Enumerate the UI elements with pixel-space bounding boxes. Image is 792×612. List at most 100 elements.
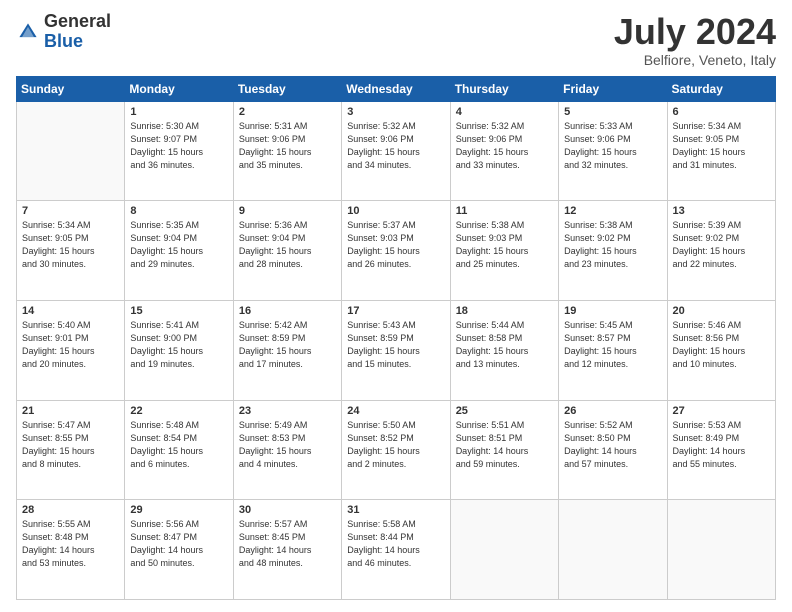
calendar-week-row: 14Sunrise: 5:40 AMSunset: 9:01 PMDayligh… (17, 300, 776, 400)
calendar-cell: 22Sunrise: 5:48 AMSunset: 8:54 PMDayligh… (125, 400, 233, 500)
weekday-header: Friday (559, 76, 667, 101)
weekday-header: Saturday (667, 76, 775, 101)
day-info: Sunrise: 5:46 AMSunset: 8:56 PMDaylight:… (673, 319, 770, 371)
day-number: 25 (456, 405, 553, 417)
day-number: 14 (22, 305, 119, 317)
day-info: Sunrise: 5:34 AMSunset: 9:05 PMDaylight:… (673, 120, 770, 172)
calendar-cell: 24 Sunrise: 5:50 AMSunset: 8:52 PMDayligh… (342, 400, 450, 500)
weekday-header: Tuesday (233, 76, 341, 101)
day-info: Sunrise: 5:42 AMSunset: 8:59 PMDaylight:… (239, 319, 336, 371)
month-title: July 2024 (614, 12, 776, 52)
day-info: Sunrise: 5:51 AMSunset: 8:51 PMDaylight:… (456, 419, 553, 471)
weekday-header: Monday (125, 76, 233, 101)
day-info: Sunrise: 5:48 AMSunset: 8:54 PMDaylight:… (130, 419, 227, 471)
calendar-cell: 21 Sunrise: 5:47 AMSunset: 8:55 PMDayligh… (17, 400, 125, 500)
calendar-cell (17, 101, 125, 201)
day-number: 6 (673, 106, 770, 118)
day-info: Sunrise: 5:49 AMSunset: 8:53 PMDaylight:… (239, 419, 336, 471)
calendar-cell: 7Sunrise: 5:34 AMSunset: 9:05 PMDaylight… (17, 201, 125, 301)
calendar-cell: 15Sunrise: 5:41 AMSunset: 9:00 PMDayligh… (125, 300, 233, 400)
day-number: 17 (347, 305, 444, 317)
day-number: 5 (564, 106, 661, 118)
day-number: 2 (239, 106, 336, 118)
weekday-header: Sunday (17, 76, 125, 101)
day-info: Sunrise: 5:32 AMSunset: 9:06 PMDaylight:… (347, 120, 444, 172)
calendar-cell: 29Sunrise: 5:56 AMSunset: 8:47 PMDayligh… (125, 500, 233, 600)
calendar-cell: 27 Sunrise: 5:53 AMSunset: 8:49 PMDayligh… (667, 400, 775, 500)
day-info: Sunrise: 5:39 AMSunset: 9:02 PMDaylight:… (673, 219, 770, 271)
day-number: 23 (239, 405, 336, 417)
day-info: Sunrise: 5:36 AMSunset: 9:04 PMDaylight:… (239, 219, 336, 271)
logo-general: General (44, 11, 111, 31)
day-number: 9 (239, 205, 336, 217)
calendar-cell: 4 Sunrise: 5:32 AMSunset: 9:06 PMDaylight… (450, 101, 558, 201)
calendar-week-row: 21 Sunrise: 5:47 AMSunset: 8:55 PMDayligh… (17, 400, 776, 500)
day-info: Sunrise: 5:38 AMSunset: 9:02 PMDaylight:… (564, 219, 661, 271)
day-info: Sunrise: 5:37 AMSunset: 9:03 PMDaylight:… (347, 219, 444, 271)
calendar-cell: 28 Sunrise: 5:55 AMSunset: 8:48 PMDayligh… (17, 500, 125, 600)
calendar-cell (667, 500, 775, 600)
day-number: 3 (347, 106, 444, 118)
calendar-cell (450, 500, 558, 600)
day-info: Sunrise: 5:50 AMSunset: 8:52 PMDaylight:… (347, 419, 444, 471)
calendar-cell: 2 Sunrise: 5:31 AMSunset: 9:06 PMDaylight… (233, 101, 341, 201)
calendar-cell: 26Sunrise: 5:52 AMSunset: 8:50 PMDayligh… (559, 400, 667, 500)
weekday-header: Wednesday (342, 76, 450, 101)
logo-text: General Blue (44, 12, 111, 52)
day-info: Sunrise: 5:47 AMSunset: 8:55 PMDaylight:… (22, 419, 119, 471)
calendar-cell: 6 Sunrise: 5:34 AMSunset: 9:05 PMDaylight… (667, 101, 775, 201)
day-number: 11 (456, 205, 553, 217)
calendar-cell: 19Sunrise: 5:45 AMSunset: 8:57 PMDayligh… (559, 300, 667, 400)
calendar-cell: 14Sunrise: 5:40 AMSunset: 9:01 PMDayligh… (17, 300, 125, 400)
day-info: Sunrise: 5:31 AMSunset: 9:06 PMDaylight:… (239, 120, 336, 172)
calendar-table: SundayMondayTuesdayWednesdayThursdayFrid… (16, 76, 776, 600)
day-info: Sunrise: 5:43 AMSunset: 8:59 PMDaylight:… (347, 319, 444, 371)
logo-blue: Blue (44, 31, 83, 51)
day-info: Sunrise: 5:44 AMSunset: 8:58 PMDaylight:… (456, 319, 553, 371)
day-number: 26 (564, 405, 661, 417)
title-block: July 2024 Belfiore, Veneto, Italy (614, 12, 776, 68)
calendar-cell: 25 Sunrise: 5:51 AMSunset: 8:51 PMDayligh… (450, 400, 558, 500)
calendar-week-row: 28 Sunrise: 5:55 AMSunset: 8:48 PMDayligh… (17, 500, 776, 600)
day-number: 19 (564, 305, 661, 317)
calendar-cell: 18 Sunrise: 5:44 AMSunset: 8:58 PMDayligh… (450, 300, 558, 400)
weekday-header: Thursday (450, 76, 558, 101)
day-number: 18 (456, 305, 553, 317)
calendar-cell: 31 Sunrise: 5:58 AMSunset: 8:44 PMDayligh… (342, 500, 450, 600)
day-info: Sunrise: 5:34 AMSunset: 9:05 PMDaylight:… (22, 219, 119, 271)
day-info: Sunrise: 5:53 AMSunset: 8:49 PMDaylight:… (673, 419, 770, 471)
day-info: Sunrise: 5:56 AMSunset: 8:47 PMDaylight:… (130, 518, 227, 570)
calendar-cell: 8Sunrise: 5:35 AMSunset: 9:04 PMDaylight… (125, 201, 233, 301)
day-number: 28 (22, 504, 119, 516)
calendar-cell: 20 Sunrise: 5:46 AMSunset: 8:56 PMDayligh… (667, 300, 775, 400)
weekday-row: SundayMondayTuesdayWednesdayThursdayFrid… (17, 76, 776, 101)
day-number: 20 (673, 305, 770, 317)
day-number: 24 (347, 405, 444, 417)
calendar-cell: 9 Sunrise: 5:36 AMSunset: 9:04 PMDaylight… (233, 201, 341, 301)
day-info: Sunrise: 5:58 AMSunset: 8:44 PMDaylight:… (347, 518, 444, 570)
calendar-cell: 11Sunrise: 5:38 AMSunset: 9:03 PMDayligh… (450, 201, 558, 301)
day-number: 12 (564, 205, 661, 217)
logo: General Blue (16, 12, 111, 52)
day-info: Sunrise: 5:33 AMSunset: 9:06 PMDaylight:… (564, 120, 661, 172)
calendar-week-row: 7Sunrise: 5:34 AMSunset: 9:05 PMDaylight… (17, 201, 776, 301)
day-number: 21 (22, 405, 119, 417)
day-number: 16 (239, 305, 336, 317)
day-number: 1 (130, 106, 227, 118)
calendar-cell: 5 Sunrise: 5:33 AMSunset: 9:06 PMDaylight… (559, 101, 667, 201)
day-number: 30 (239, 504, 336, 516)
calendar-cell: 17 Sunrise: 5:43 AMSunset: 8:59 PMDayligh… (342, 300, 450, 400)
day-info: Sunrise: 5:41 AMSunset: 9:00 PMDaylight:… (130, 319, 227, 371)
day-info: Sunrise: 5:55 AMSunset: 8:48 PMDaylight:… (22, 518, 119, 570)
calendar-header: SundayMondayTuesdayWednesdayThursdayFrid… (17, 76, 776, 101)
calendar-cell: 10 Sunrise: 5:37 AMSunset: 9:03 PMDayligh… (342, 201, 450, 301)
day-number: 31 (347, 504, 444, 516)
day-number: 27 (673, 405, 770, 417)
calendar-cell (559, 500, 667, 600)
calendar-cell: 1Sunrise: 5:30 AMSunset: 9:07 PMDaylight… (125, 101, 233, 201)
calendar-cell: 23 Sunrise: 5:49 AMSunset: 8:53 PMDayligh… (233, 400, 341, 500)
day-number: 4 (456, 106, 553, 118)
day-info: Sunrise: 5:32 AMSunset: 9:06 PMDaylight:… (456, 120, 553, 172)
day-number: 8 (130, 205, 227, 217)
day-number: 10 (347, 205, 444, 217)
